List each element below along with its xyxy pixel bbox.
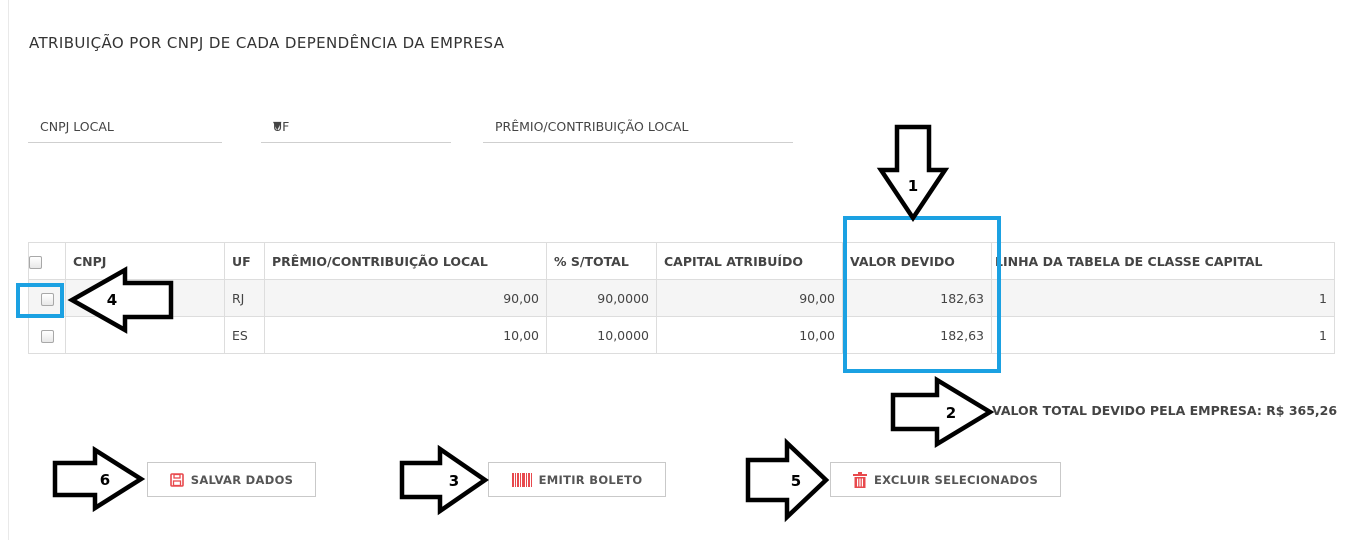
arrow-4-left-icon [67, 266, 174, 334]
arrow-3-right-icon [399, 444, 489, 516]
annotation-number-4: 4 [107, 291, 117, 309]
annotation-number-3: 3 [449, 472, 459, 490]
arrow-2-right-icon [890, 376, 995, 448]
annotation-number-2: 2 [946, 404, 956, 422]
annotation-number-1: 1 [908, 177, 918, 195]
arrow-5-right-icon [745, 437, 830, 523]
arrow-6-right-icon [52, 445, 146, 513]
annotation-overlay: 1 2 3 4 5 6 [52, 124, 995, 523]
annotation-number-6: 6 [100, 471, 110, 489]
arrow-1-down-icon [876, 124, 950, 223]
annotation-number-5: 5 [791, 472, 801, 490]
